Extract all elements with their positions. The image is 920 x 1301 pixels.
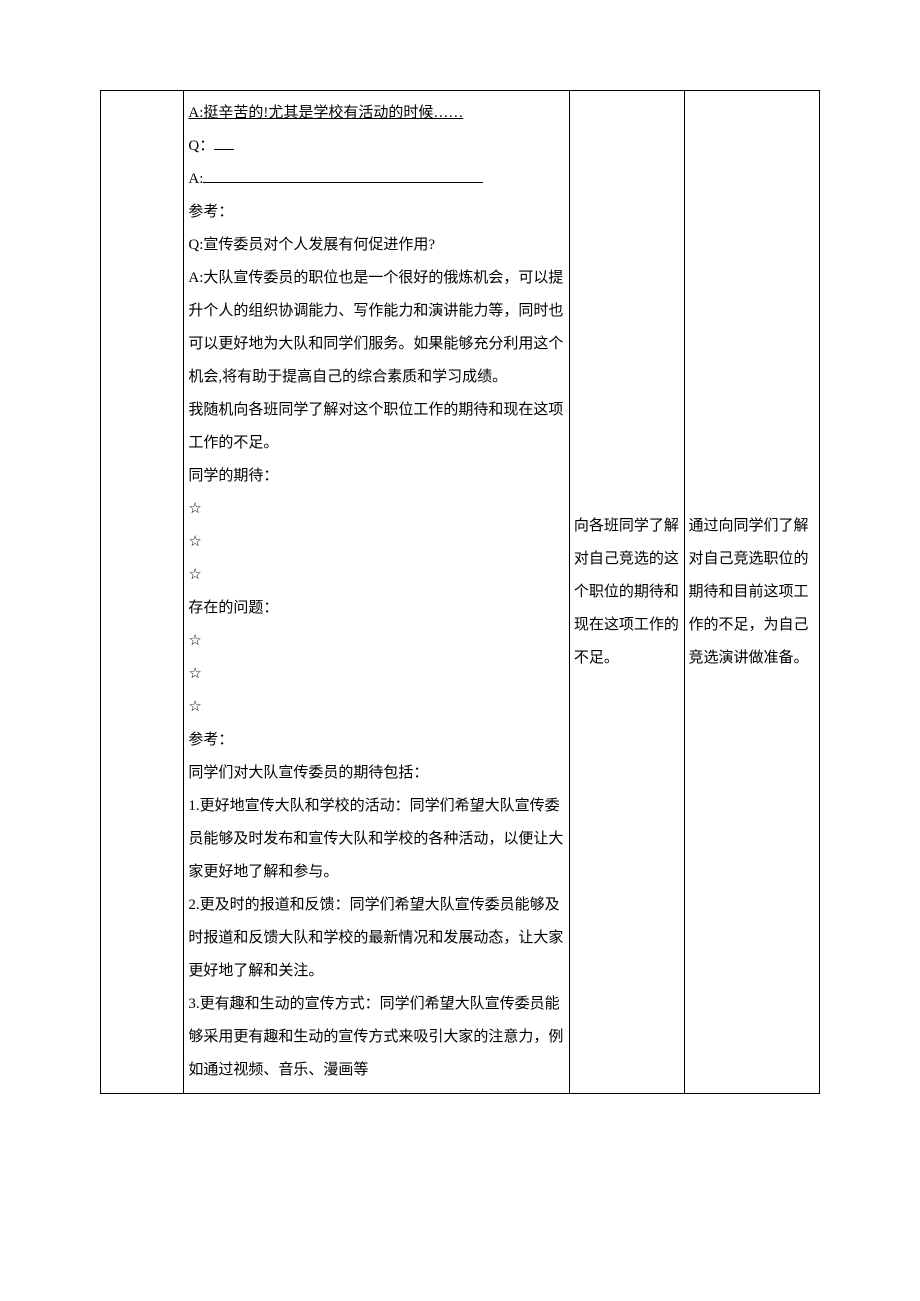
star-2: ☆	[188, 526, 565, 559]
issues-label: 存在的问题：	[188, 592, 565, 625]
q-blank-line: Q：	[188, 130, 565, 163]
expect-intro: 同学们对大队宣传委员的期待包括：	[188, 757, 565, 790]
star-4: ☆	[188, 625, 565, 658]
star-1: ☆	[188, 493, 565, 526]
a-blank-line: A:	[188, 163, 565, 196]
ref-label: 参考：	[188, 196, 565, 229]
cell-col4: 通过向同学们了解对自己竞选职位的期待和目前这项工作的不足，为自己竞选演讲做准备。	[684, 91, 819, 1094]
star-5: ☆	[188, 658, 565, 691]
cell-col2: A:挺辛苦的!尤其是学校有活动的时候…… Q： A: 参考： Q:宣传委员对个人…	[184, 91, 570, 1094]
ref2-label: 参考：	[188, 724, 565, 757]
a1-text: A:挺辛苦的!尤其是学校有活动的时候……	[188, 105, 463, 121]
answer-line-1: A:挺辛苦的!尤其是学校有活动的时候……	[188, 97, 565, 130]
q2-text: Q:宣传委员对个人发展有何促进作用?	[188, 229, 565, 262]
expect-label: 同学的期待：	[188, 460, 565, 493]
survey-intro: 我随机向各班同学了解对这个职位工作的期待和现在这项工作的不足。	[188, 394, 565, 460]
star-3: ☆	[188, 559, 565, 592]
content-table: A:挺辛苦的!尤其是学校有活动的时候…… Q： A: 参考： Q:宣传委员对个人…	[100, 90, 820, 1094]
star-6: ☆	[188, 691, 565, 724]
a2-text: A:大队宣传委员的职位也是一个很好的俄炼机会，可以提升个人的组织协调能力、写作能…	[188, 262, 565, 394]
a-prefix: A:	[188, 171, 203, 187]
point-3: 3.更有趣和生动的宣传方式：同学们希望大队宣传委员能够采用更有趣和生动的宣传方式…	[188, 988, 565, 1087]
cell-col1	[101, 91, 184, 1094]
point-2: 2.更及时的报道和反馈：同学们希望大队宣传委员能够及时报道和反馈大队和学校的最新…	[188, 889, 565, 988]
table-row: A:挺辛苦的!尤其是学校有活动的时候…… Q： A: 参考： Q:宣传委员对个人…	[101, 91, 820, 1094]
blank-long	[203, 168, 483, 183]
point-1: 1.更好地宣传大队和学校的活动：同学们希望大队宣传委员能够及时发布和宣传大队和学…	[188, 790, 565, 889]
document-page: A:挺辛苦的!尤其是学校有活动的时候…… Q： A: 参考： Q:宣传委员对个人…	[0, 0, 920, 1134]
q-prefix: Q：	[188, 138, 214, 154]
col4-text: 通过向同学们了解对自己竞选职位的期待和目前这项工作的不足，为自己竞选演讲做准备。	[689, 518, 809, 666]
blank-short	[214, 135, 234, 150]
cell-col3: 向各班同学了解对自己竞选的这个职位的期待和现在这项工作的不足。	[569, 91, 684, 1094]
col3-text: 向各班同学了解对自己竞选的这个职位的期待和现在这项工作的不足。	[574, 518, 679, 666]
